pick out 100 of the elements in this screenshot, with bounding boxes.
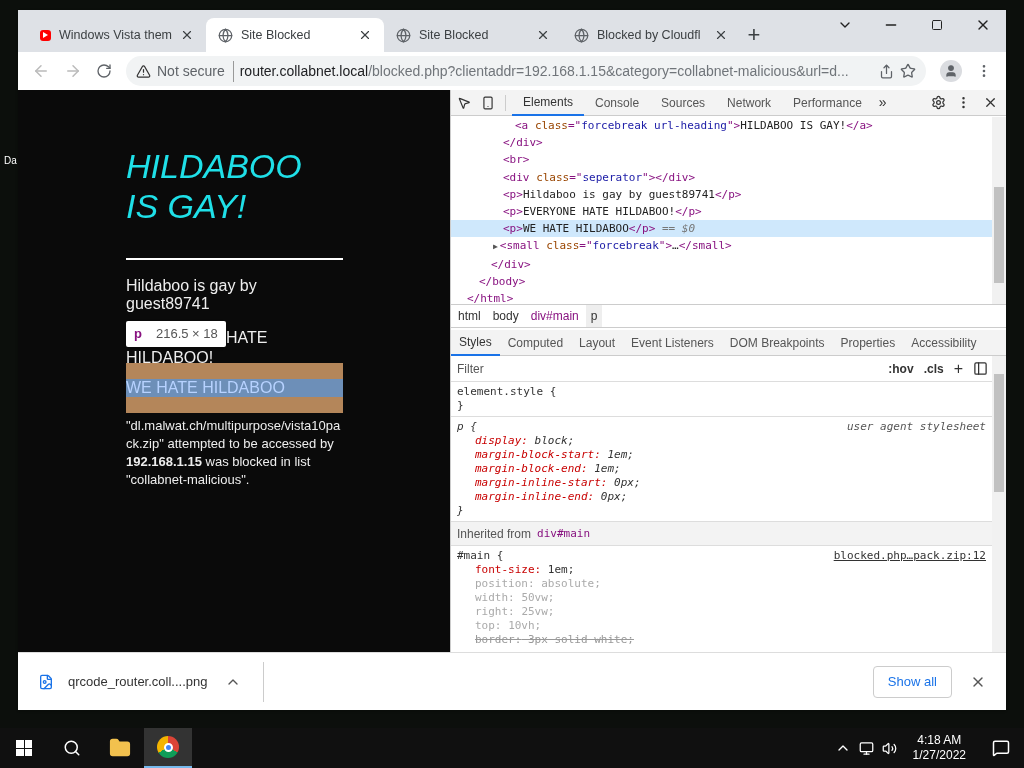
message-text: Hildaboo is gay by guest89741 — [126, 277, 258, 313]
block-notice: "dl.malwat.ch/multipurpose/vista10pack.zip" attempted to be accessed by 192.168.1.15 was blocked in list "collabnet-malicious". — [126, 417, 342, 489]
browser-tab[interactable]: Site Blocked — [384, 18, 562, 52]
devtools-tab[interactable]: Sources — [650, 89, 717, 116]
new-tab-button[interactable]: + — [740, 18, 768, 52]
more-tabs-button[interactable]: » — [872, 92, 893, 113]
clock-date[interactable]: 1/27/2022 — [912, 748, 966, 763]
dom-node-line[interactable]: </div> — [451, 134, 992, 152]
url-text: router.collabnet.local/blocked.php?clientaddr=192.168.1.15&category=collabnet-malicious&url=d... — [239, 61, 850, 81]
clock-time[interactable]: 4:18 AM — [917, 733, 962, 748]
dom-node-line[interactable]: </body> — [451, 272, 992, 291]
dom-node-line[interactable]: ▶ <small class="forcebreak">…</small> — [451, 237, 992, 256]
browser-tab[interactable]: Windows Vista them — [28, 18, 206, 52]
tab-title: Blocked by Cloudfl — [597, 26, 702, 44]
close-icon[interactable] — [358, 28, 372, 42]
close-icon[interactable] — [714, 28, 728, 42]
folder-icon[interactable] — [109, 737, 131, 759]
rule-selector: p { — [457, 420, 477, 434]
security-label[interactable]: Not secure — [157, 60, 234, 82]
inspect-icon[interactable] — [457, 95, 471, 110]
style-declaration: position: absolute; — [474, 577, 602, 591]
styles-tab[interactable]: Computed — [499, 329, 572, 356]
dom-node-line[interactable]: <br> — [451, 151, 992, 169]
globe-icon — [574, 27, 589, 43]
style-declaration: right: 25vw; — [474, 605, 556, 619]
inherited-label: Inherited from — [457, 526, 532, 541]
close-icon[interactable] — [983, 95, 998, 110]
page-heading[interactable]: HILDABOO IS GAY! — [126, 146, 326, 226]
style-declaration: display: block; — [474, 434, 576, 448]
bookmark-star-icon[interactable] — [900, 63, 916, 79]
download-filename[interactable]: qrcode_router.coll....png — [68, 671, 208, 692]
tab-title: Site Blocked — [241, 26, 312, 44]
dom-node-line[interactable]: </div> — [451, 255, 992, 273]
message-text: HILDABOO! — [126, 349, 214, 366]
globe-icon — [218, 27, 233, 43]
devtools-tab[interactable]: Network — [716, 89, 783, 116]
breadcrumb[interactable]: div#main — [525, 305, 584, 327]
highlighted-text: WE HATE HILDABOO — [126, 379, 285, 396]
style-declaration: border: 3px solid white; — [474, 633, 635, 647]
volume-icon[interactable] — [881, 740, 897, 756]
styles-tab[interactable]: Layout — [571, 329, 624, 356]
dom-node-line[interactable]: <div class="seperator"></div> — [451, 168, 992, 186]
notifications-icon[interactable] — [992, 739, 1010, 757]
style-declaration: width: 50vw; — [474, 591, 556, 605]
breadcrumb[interactable]: html — [453, 305, 486, 327]
tab-title: Site Blocked — [419, 26, 490, 44]
dom-node-line[interactable]: <p>EVERYONE HATE HILDABOO!</p> — [451, 203, 992, 221]
tag-label: p — [134, 325, 142, 343]
rule-source: user agent stylesheet — [846, 420, 986, 434]
style-declaration: margin-inline-start: 0px; — [474, 476, 642, 490]
style-declaration: margin-block-end: 1em; — [474, 462, 622, 476]
style-declaration: margin-inline-end: 0px; — [474, 490, 629, 504]
rule-source[interactable]: blocked.php…pack.zip:12 — [833, 549, 986, 563]
search-icon[interactable] — [63, 739, 81, 757]
breadcrumb[interactable]: p — [585, 305, 603, 327]
tab-title: Windows Vista them — [59, 26, 172, 44]
styles-tab[interactable]: Styles — [451, 329, 500, 356]
devtools-tab[interactable]: Console — [584, 89, 651, 116]
device-icon[interactable] — [481, 95, 495, 110]
size-label: 216.5 × 18 — [155, 325, 218, 343]
desktop-icon-label[interactable]: Da — [0, 156, 18, 166]
class-toggle[interactable]: .cls — [923, 359, 944, 378]
rule-selector: element.style { — [457, 385, 558, 399]
settings-icon[interactable] — [931, 95, 946, 110]
message-text: HATE — [226, 329, 268, 347]
hover-toggle[interactable]: :hov — [888, 359, 914, 378]
inherited-selector[interactable]: div#main — [537, 526, 591, 541]
maximize-icon[interactable] — [931, 19, 943, 31]
dom-node-line[interactable]: <a class="forcebreak url-heading">HILDABOO IS GAY!</a> — [451, 117, 992, 135]
globe-icon — [396, 27, 411, 43]
show-all-button[interactable]: Show all — [872, 665, 952, 698]
profile-avatar[interactable] — [940, 60, 962, 82]
rule-brace: } — [457, 504, 465, 518]
file-icon — [38, 673, 54, 690]
styles-tab[interactable]: DOM Breakpoints — [721, 329, 833, 356]
close-icon[interactable] — [536, 28, 550, 42]
sidebar-toggle-icon[interactable] — [973, 361, 988, 376]
styles-tab[interactable]: Accessibility — [903, 329, 985, 356]
devtools-tab[interactable]: Performance — [782, 89, 873, 116]
rule-selector: #main { — [457, 549, 504, 563]
filter-field[interactable]: Filter — [457, 359, 879, 378]
share-icon[interactable] — [879, 63, 894, 79]
styles-tab[interactable]: Properties — [832, 329, 904, 356]
rule-brace: } — [457, 399, 465, 413]
warning-icon[interactable] — [136, 63, 151, 79]
styles-tab[interactable]: Event Listeners — [623, 329, 722, 356]
address-bar[interactable]: Not secure router.collabnet.local/blocked.php?clientaddr=192.168.1.15&category=collabnet-malicious&url=d... — [126, 56, 926, 86]
reload-icon[interactable] — [96, 63, 112, 79]
breadcrumb[interactable]: body — [487, 305, 524, 327]
devtools-tab[interactable]: Elements — [512, 89, 585, 116]
browser-tab[interactable]: Blocked by Cloudfl — [562, 18, 740, 52]
style-declaration: font-size: 1em; — [474, 563, 576, 577]
dom-node-line[interactable]: </html> — [451, 290, 992, 308]
style-declaration: margin-block-start: 1em; — [474, 448, 635, 462]
close-icon[interactable] — [180, 28, 194, 42]
browser-tab[interactable]: Site Blocked — [206, 18, 384, 52]
chrome-taskbar-icon[interactable] — [144, 728, 192, 768]
dom-node-line[interactable]: <p>Hildaboo is gay by guest89741</p> — [451, 185, 992, 203]
network-icon[interactable] — [858, 740, 874, 756]
add-rule-button[interactable]: + — [953, 356, 963, 381]
